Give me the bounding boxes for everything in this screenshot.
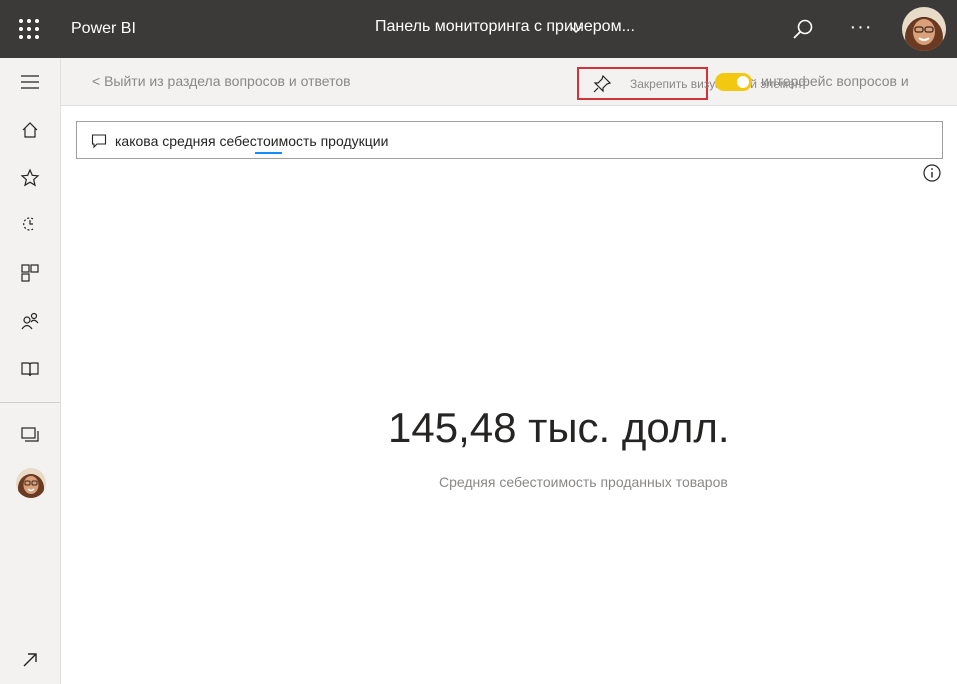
toggle-knob: [737, 76, 749, 88]
result-card-caption: Средняя себестоимость проданных товаров: [439, 474, 728, 490]
info-icon[interactable]: [922, 163, 942, 183]
hamburger-menu-icon[interactable]: [15, 67, 45, 97]
learn-icon[interactable]: [15, 354, 45, 384]
qna-question-text: какова средняя себестоимость продукции: [115, 133, 389, 149]
user-avatar[interactable]: [902, 7, 946, 51]
workspaces-icon[interactable]: [15, 420, 45, 450]
more-options-button[interactable]: ···: [847, 16, 875, 42]
home-icon[interactable]: [15, 115, 45, 145]
expand-icon[interactable]: [15, 645, 45, 675]
chat-bubble-icon: [91, 134, 107, 149]
shared-with-me-icon[interactable]: [15, 306, 45, 336]
search-icon[interactable]: [790, 17, 816, 43]
pin-visual-button[interactable]: Закрепить визуальный элемент: [577, 67, 807, 100]
new-qna-experience-label: интерфейс вопросов и: [761, 73, 909, 89]
nav-divider: [0, 402, 60, 403]
new-qna-experience-toggle[interactable]: [715, 73, 752, 91]
left-navigation: [0, 58, 61, 684]
result-card-value: 145,48 тыс. долл.: [388, 404, 730, 451]
qna-action-bar: < Выйти из раздела вопросов и ответов За…: [61, 58, 957, 106]
dashboard-title[interactable]: Панель мониторинга с примером...: [375, 18, 635, 36]
apps-icon[interactable]: [15, 258, 45, 288]
workspace-avatar[interactable]: [16, 468, 46, 498]
qna-question-input[interactable]: какова средняя себестоимость продукции: [76, 121, 943, 159]
app-name[interactable]: Power BI: [71, 20, 136, 38]
favorites-icon[interactable]: [15, 163, 45, 193]
top-header: Power BI Панель мониторинга с примером..…: [0, 0, 957, 58]
exit-qna-link[interactable]: < Выйти из раздела вопросов и ответов: [92, 73, 351, 89]
term-underline: [255, 152, 282, 154]
recent-icon[interactable]: [15, 209, 45, 239]
pin-icon: [593, 74, 612, 93]
app-launcher-icon[interactable]: [14, 14, 44, 44]
chevron-down-icon[interactable]: [568, 22, 584, 38]
